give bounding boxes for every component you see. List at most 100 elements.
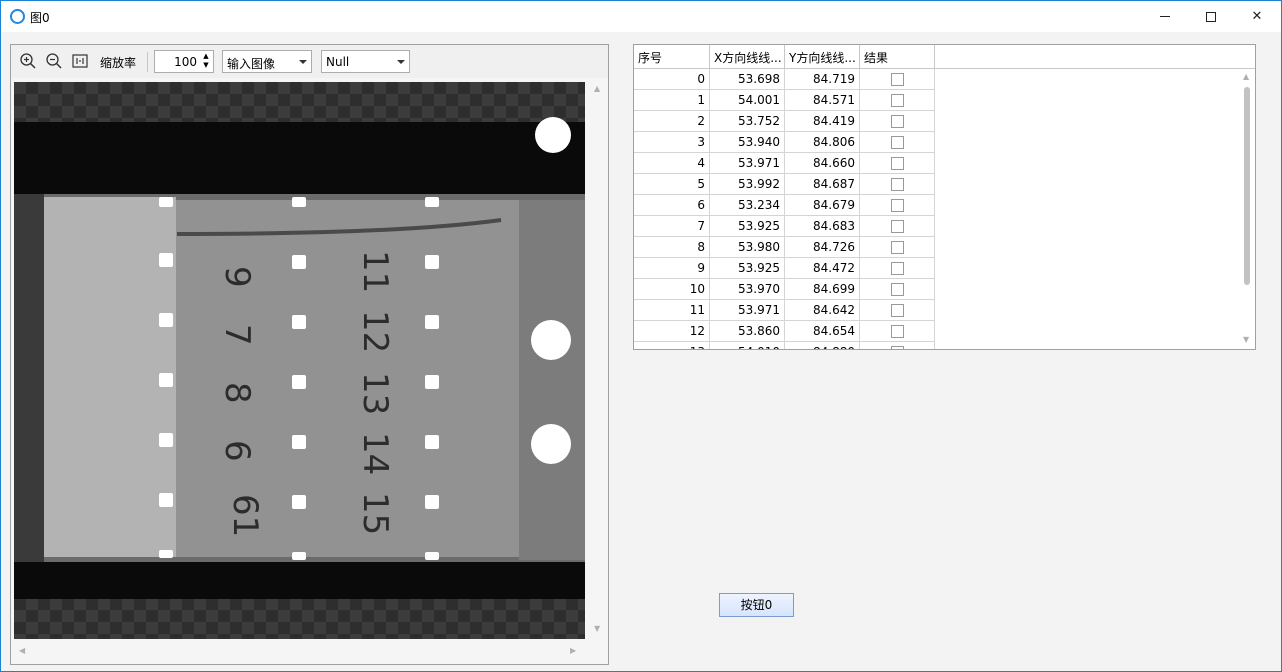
film-left-edge (14, 194, 44, 562)
cell-y: 84.719 (785, 69, 860, 90)
cell-y: 84.654 (785, 321, 860, 342)
cell-y: 84.880 (785, 342, 860, 349)
spin-up-icon[interactable]: ▲ (201, 52, 211, 61)
table-row[interactable]: 5 53.992 84.687 (634, 174, 1239, 195)
result-checkbox[interactable] (891, 136, 904, 149)
close-button[interactable]: ✕ (1234, 1, 1280, 32)
result-checkbox[interactable] (891, 304, 904, 317)
cell-x: 53.925 (710, 216, 785, 237)
table-row[interactable]: 3 53.940 84.806 (634, 132, 1239, 153)
cell-index: 2 (634, 111, 710, 132)
scroll-up-icon[interactable]: ▲ (1243, 72, 1249, 81)
zoom-label: 缩放率 (100, 56, 137, 70)
result-checkbox[interactable] (891, 157, 904, 170)
result-checkbox[interactable] (891, 346, 904, 349)
table-row[interactable]: 1354.01084.880 (634, 342, 1239, 349)
cell-x: 53.860 (710, 321, 785, 342)
film-hole (531, 320, 571, 360)
result-checkbox[interactable] (891, 283, 904, 296)
image-viewer: 缩放率 100 ▲ ▼ 输入图像 Null 9 7 8 6 61 11 12 1… (10, 44, 609, 665)
spin-down-icon[interactable]: ▼ (201, 61, 211, 70)
table-row[interactable]: 6 53.234 84.679 (634, 195, 1239, 216)
cell-result (860, 69, 935, 90)
scroll-down-icon[interactable]: ▼ (1243, 335, 1249, 344)
cell-x: 53.970 (710, 279, 785, 300)
header-result[interactable]: 结果 (860, 45, 935, 69)
minimize-button[interactable] (1142, 1, 1188, 32)
result-checkbox[interactable] (891, 178, 904, 191)
scroll-thumb[interactable] (1244, 87, 1250, 285)
result-checkbox[interactable] (891, 262, 904, 275)
input-image-select[interactable]: 输入图像 (222, 50, 312, 73)
cell-index: 8 (634, 237, 710, 258)
film-hole (531, 424, 571, 464)
cell-y: 84.683 (785, 216, 860, 237)
zoom-out-icon[interactable] (45, 52, 63, 70)
input-image-select-value: 输入图像 (227, 57, 276, 71)
cell-x: 53.940 (710, 132, 785, 153)
cell-index: 0 (634, 69, 710, 90)
result-checkbox[interactable] (891, 94, 904, 107)
result-checkbox[interactable] (891, 220, 904, 233)
result-checkbox[interactable] (891, 73, 904, 86)
table-row[interactable]: 1 54.001 84.571 (634, 90, 1239, 111)
maximize-button[interactable] (1188, 1, 1234, 32)
film-frame-right (519, 200, 585, 560)
header-x[interactable]: X方向线线... (710, 45, 785, 69)
table-row[interactable]: 7 53.925 84.683 (634, 216, 1239, 237)
scroll-right-icon[interactable]: ▶ (570, 646, 576, 655)
viewer-vertical-scrollbar[interactable]: ▲ ▼ (589, 82, 606, 639)
cell-x: 53.234 (710, 195, 785, 216)
viewer-horizontal-scrollbar[interactable]: ◀ ▶ (14, 643, 585, 660)
cell-index: 11 (634, 300, 710, 321)
cell-x: 53.971 (710, 153, 785, 174)
result-checkbox[interactable] (891, 199, 904, 212)
header-index[interactable]: 序号 (634, 45, 710, 69)
table-row[interactable]: 11 53.971 84.642 (634, 300, 1239, 321)
cell-index: 6 (634, 195, 710, 216)
cell-result (860, 321, 935, 342)
film-hole (535, 117, 571, 153)
cell-x: 53.752 (710, 111, 785, 132)
image-canvas[interactable]: 9 7 8 6 61 11 12 13 14 15 (14, 82, 585, 639)
cell-y: 84.806 (785, 132, 860, 153)
table-row[interactable]: 8 53.980 84.726 (634, 237, 1239, 258)
zoom-spinbox[interactable]: 100 ▲ ▼ (154, 50, 214, 73)
scroll-up-icon[interactable]: ▲ (594, 84, 600, 93)
scroll-down-icon[interactable]: ▼ (594, 624, 600, 633)
table-row[interactable]: 2 53.752 84.419 (634, 111, 1239, 132)
button-0[interactable]: 按钮0 (719, 593, 794, 617)
spin-arrows[interactable]: ▲ ▼ (201, 52, 211, 71)
cell-y: 84.679 (785, 195, 860, 216)
table-row[interactable]: 12 53.860 84.654 (634, 321, 1239, 342)
table-vertical-scrollbar[interactable]: ▲ ▼ (1239, 69, 1255, 349)
result-checkbox[interactable] (891, 325, 904, 338)
table-row[interactable]: 10 53.970 84.699 (634, 279, 1239, 300)
zoom-in-icon[interactable] (19, 52, 37, 70)
film-mark-b3: 13 (355, 372, 395, 415)
film-mark-b1: 11 (355, 250, 395, 293)
cell-result (860, 342, 935, 349)
maximize-icon (1206, 11, 1216, 22)
header-y[interactable]: Y方向线线... (785, 45, 860, 69)
cell-y: 84.642 (785, 300, 860, 321)
table-row[interactable]: 4 53.971 84.660 (634, 153, 1239, 174)
mode-select[interactable]: Null (321, 50, 410, 73)
cell-index: 1 (634, 90, 710, 111)
film-frame-left (44, 197, 176, 557)
cell-x: 53.971 (710, 300, 785, 321)
cell-y: 84.699 (785, 279, 860, 300)
cell-x: 54.001 (710, 90, 785, 111)
table-row[interactable]: 9 53.925 84.472 (634, 258, 1239, 279)
scroll-left-icon[interactable]: ◀ (19, 646, 25, 655)
film-mark-b4: 14 (355, 432, 395, 475)
cell-index: 4 (634, 153, 710, 174)
cell-result (860, 90, 935, 111)
result-checkbox[interactable] (891, 115, 904, 128)
film-mark-b2: 12 (355, 310, 395, 353)
fit-to-window-icon[interactable] (71, 52, 89, 70)
result-checkbox[interactable] (891, 241, 904, 254)
mode-select-value: Null (326, 55, 350, 69)
cell-result (860, 216, 935, 237)
table-row[interactable]: 0 53.698 84.719 (634, 69, 1239, 90)
